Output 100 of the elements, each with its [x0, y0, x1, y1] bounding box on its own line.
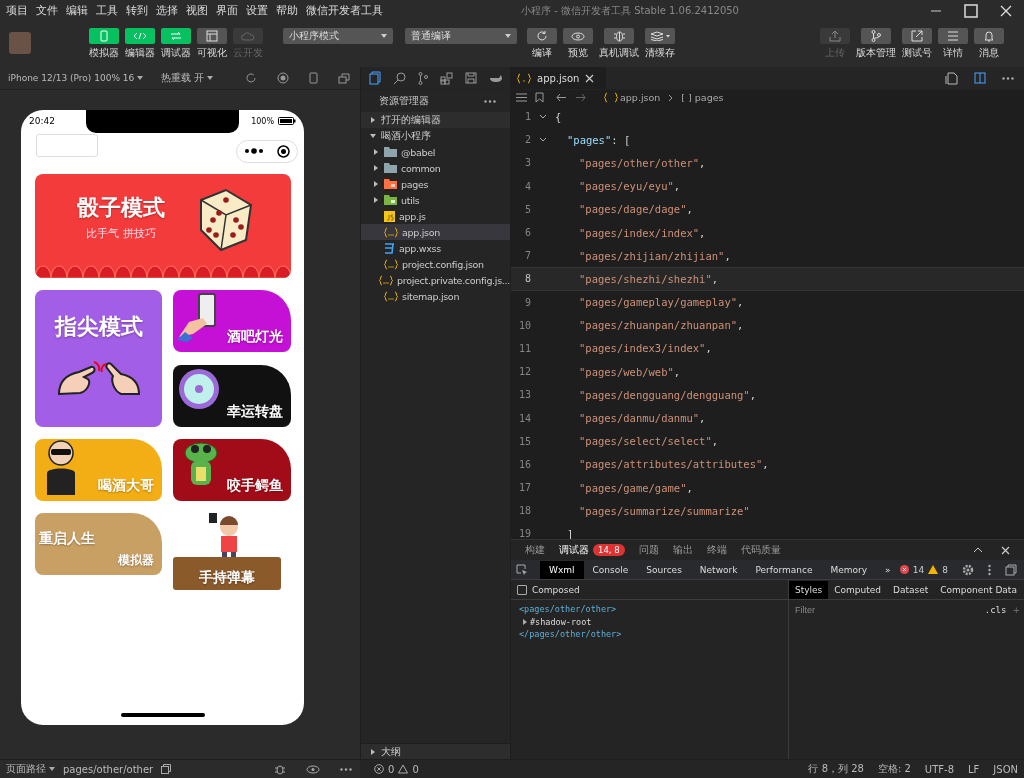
hot-reload-toggle[interactable]: 热重载 开 [161, 71, 214, 85]
record-icon[interactable] [277, 72, 289, 84]
devtools-tab[interactable]: Wxml [540, 560, 584, 579]
toolbar-button[interactable] [604, 28, 634, 44]
status-item[interactable]: 行 8，列 28 [808, 762, 864, 776]
file-tree-item[interactable]: sitemap.json [361, 288, 510, 304]
explorer-section[interactable]: 打开的编辑器 [361, 112, 510, 128]
wxml-tag[interactable]: <pages/other/other> [519, 603, 788, 616]
menu-item[interactable]: 工具 [96, 4, 118, 18]
kebab-menu-icon[interactable] [988, 563, 991, 576]
filter-field[interactable]: Filter [793, 602, 979, 617]
file-tree-item[interactable]: project.config.json [361, 256, 510, 272]
close-icon[interactable] [1001, 545, 1010, 555]
eye-icon[interactable] [306, 764, 320, 774]
panel-tab[interactable]: 问题 [638, 543, 659, 557]
copy-icon[interactable] [161, 764, 172, 774]
collapse-icon[interactable] [973, 547, 983, 553]
devtools-tab[interactable]: Memory [821, 560, 877, 579]
file-tree-item[interactable]: utils [361, 192, 510, 208]
mode-select[interactable]: 小程序模式 [283, 28, 393, 44]
styles-tab[interactable]: Computed [828, 580, 888, 599]
settings-icon[interactable] [962, 563, 974, 576]
dice-mode-banner[interactable]: 骰子模式 比手气 拼技巧 [35, 174, 291, 278]
panel-tab[interactable]: 代码质量 [740, 543, 781, 557]
more-tabs-button[interactable]: » [876, 560, 900, 579]
devtools-tab[interactable]: Performance [746, 560, 822, 579]
menu-item[interactable]: 编辑 [66, 4, 88, 18]
menu-item[interactable]: 视图 [186, 4, 208, 18]
save-icon[interactable] [465, 72, 477, 84]
branch-icon[interactable] [418, 71, 428, 85]
menu-item[interactable]: 设置 [246, 4, 268, 18]
toolbar-button[interactable] [563, 28, 593, 44]
outline-section[interactable]: 大纲 [361, 743, 510, 759]
view-toggle-button[interactable] [197, 28, 227, 44]
view-toggle-button[interactable] [89, 28, 119, 44]
game-card[interactable]: 咬手鳄鱼 [173, 439, 291, 501]
menu-item[interactable]: 界面 [216, 4, 238, 18]
file-tree-item[interactable]: pages [361, 176, 510, 192]
devtools-tab[interactable]: Network [690, 560, 747, 579]
files-icon[interactable] [369, 71, 381, 85]
back-arrow-icon[interactable] [556, 93, 567, 102]
panel-tab[interactable]: 终端 [706, 543, 727, 557]
view-toggle-button[interactable] [161, 28, 191, 44]
more-icon[interactable] [1002, 76, 1014, 80]
page-path-label[interactable]: 页面路径 [6, 762, 55, 776]
expand-arrow-icon[interactable] [523, 618, 527, 625]
panel-tab[interactable]: 调试器 [559, 543, 589, 557]
cls-toggle[interactable]: .cls [984, 604, 1007, 615]
toolbar-button[interactable] [527, 28, 557, 44]
forward-arrow-icon[interactable] [575, 93, 586, 102]
file-tree-item[interactable]: common [361, 160, 510, 176]
status-item[interactable]: JSON [993, 763, 1018, 775]
wxml-tag[interactable]: </pages/other/other> [519, 628, 788, 641]
phone-icon[interactable] [309, 72, 318, 84]
shadow-root-node[interactable]: #shadow-root [519, 615, 788, 628]
menu-item[interactable]: 文件 [36, 4, 58, 18]
styles-tab[interactable]: Styles [789, 580, 829, 599]
toolbar-button[interactable] [974, 28, 1004, 44]
panel-tab[interactable]: 输出 [672, 543, 693, 557]
undock-icon[interactable] [1005, 563, 1017, 576]
devtools-tab[interactable]: Sources [637, 560, 691, 579]
add-rule-button[interactable]: + [1012, 604, 1020, 615]
breadcrumb-item[interactable]: [ ] pages [681, 92, 724, 103]
menu-item[interactable]: 项目 [6, 4, 28, 18]
bookmark-icon[interactable] [535, 92, 544, 103]
breadcrumb-item[interactable]: app.json [620, 92, 661, 103]
toolbar-button[interactable] [861, 28, 891, 44]
game-card[interactable]: 幸运转盘 [173, 365, 291, 427]
menu-item[interactable]: 微信开发者工具 [306, 4, 383, 18]
close-icon[interactable] [1000, 5, 1012, 17]
toolbar-button[interactable] [645, 28, 675, 44]
styles-tab[interactable]: Component Data [934, 580, 1023, 599]
inspect-icon[interactable] [516, 563, 528, 576]
menu-item[interactable]: 选择 [156, 4, 178, 18]
styles-tab[interactable]: Dataset [887, 580, 935, 599]
compile-select[interactable]: 普通编译 [405, 28, 517, 44]
window-icon[interactable] [338, 72, 350, 84]
device-select[interactable]: iPhone 12/13 (Pro) 100% 16 [8, 73, 144, 83]
split-editor-icon[interactable] [974, 72, 986, 84]
status-item[interactable]: UTF-8 [924, 763, 954, 775]
panel-tab[interactable]: 构建 [525, 543, 545, 557]
devtools-tab[interactable]: Console [583, 560, 638, 579]
file-compare-icon[interactable] [945, 71, 958, 85]
more-icon[interactable] [340, 767, 352, 771]
toolbar-button[interactable] [902, 28, 932, 44]
more-icon[interactable] [484, 99, 496, 103]
explorer-section[interactable]: 喝酒小程序 [361, 128, 510, 144]
search-icon[interactable] [393, 71, 406, 85]
file-tree-item[interactable]: app.json [361, 224, 510, 240]
menu-item[interactable]: 帮助 [276, 4, 298, 18]
close-icon[interactable] [585, 73, 595, 83]
toolbar-button[interactable] [938, 28, 968, 44]
refresh-icon[interactable] [245, 72, 257, 84]
view-toggle-button[interactable] [125, 28, 155, 44]
status-item[interactable]: 空格: 2 [877, 762, 911, 776]
fold-icon[interactable] [539, 137, 547, 143]
list-icon[interactable] [516, 93, 527, 102]
fold-icon[interactable] [539, 114, 547, 120]
status-item[interactable]: LF [968, 763, 980, 775]
menu-item[interactable]: 转到 [126, 4, 148, 18]
